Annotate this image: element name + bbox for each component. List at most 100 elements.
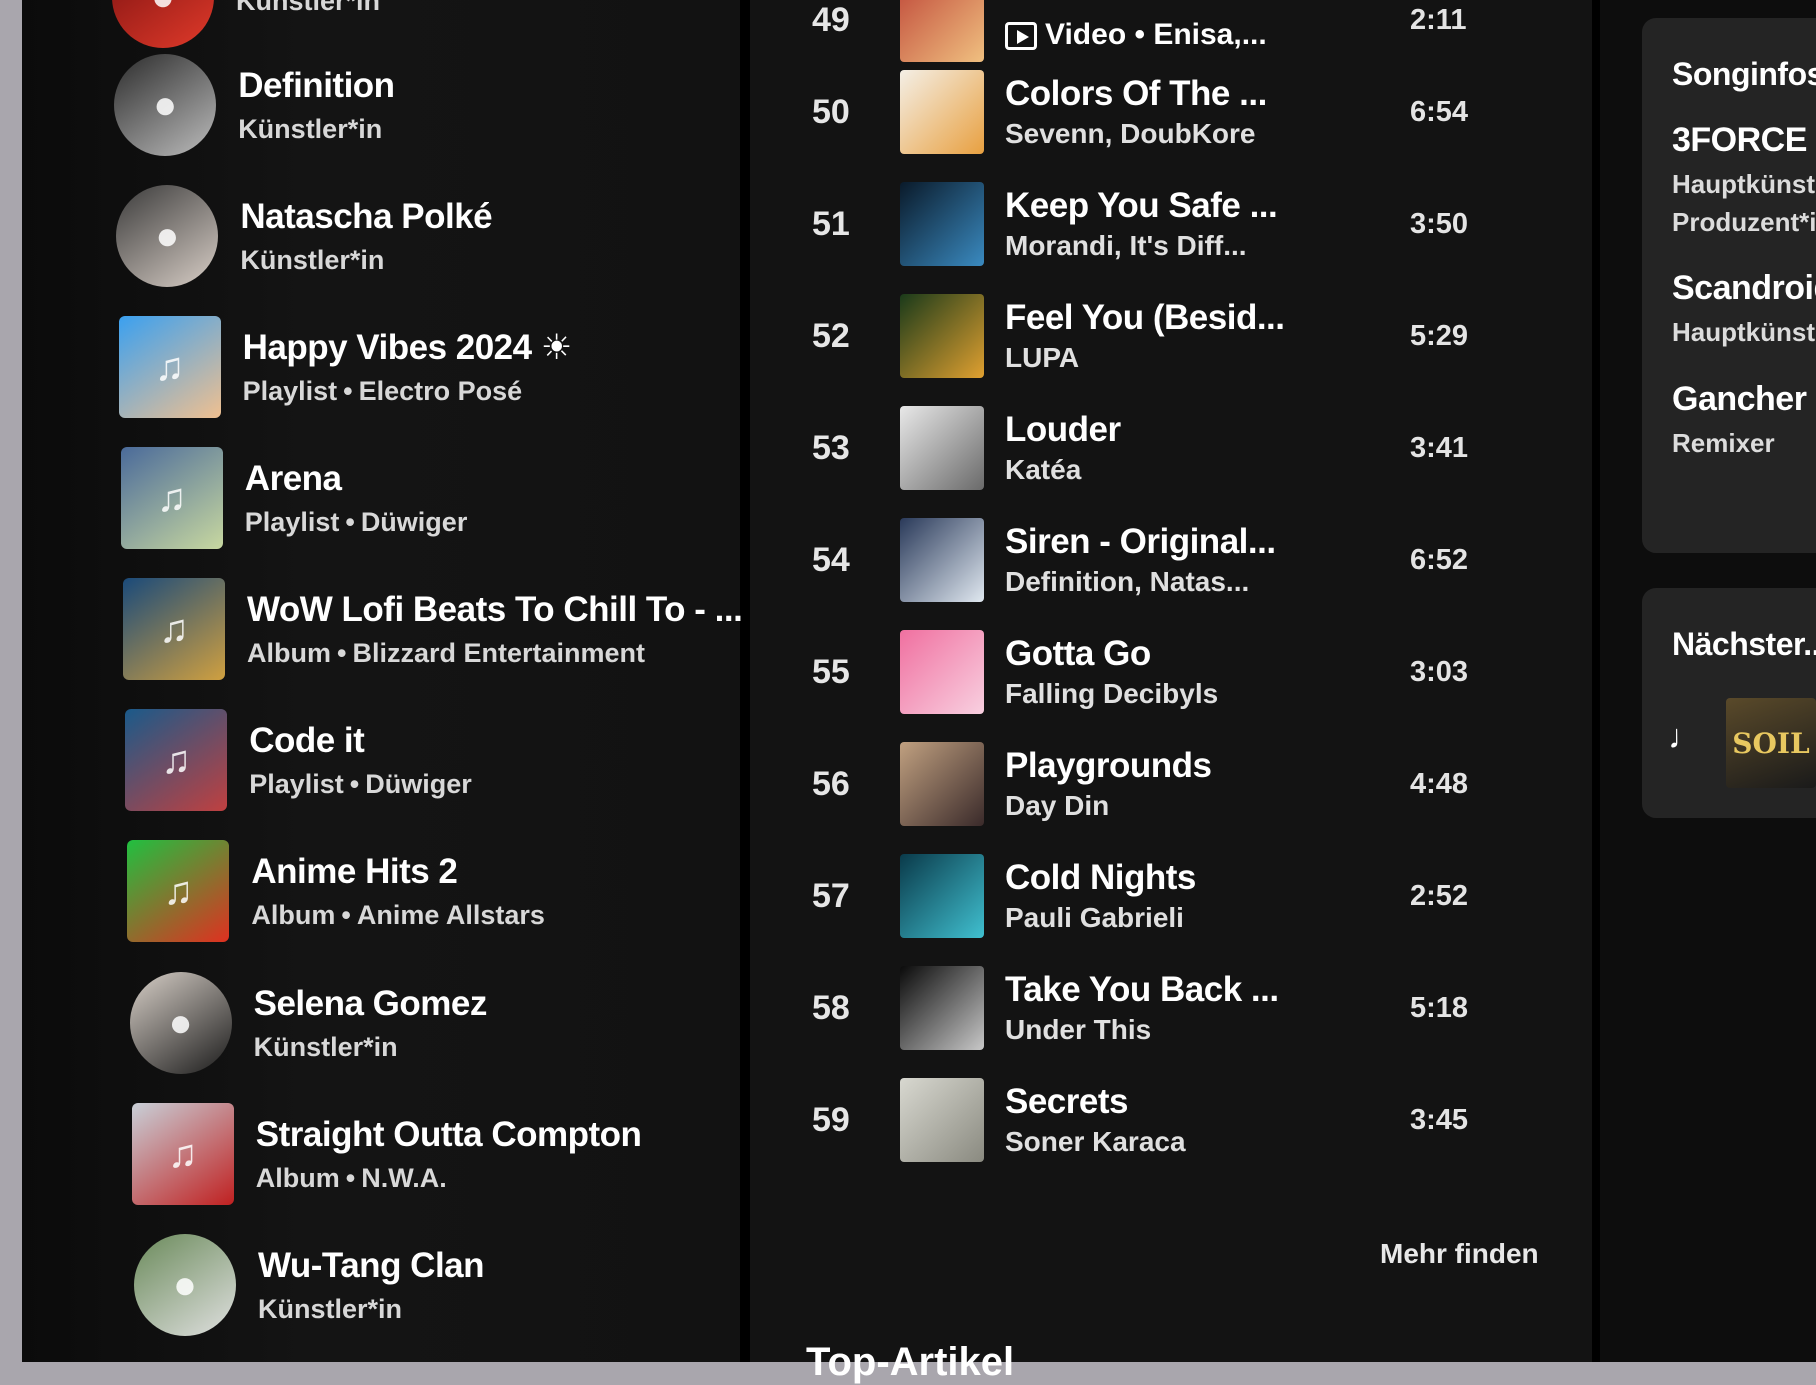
- library-item-subtitle: Playlist • Düwiger: [249, 768, 472, 799]
- track-artist[interactable]: Falling Decibyls: [1005, 678, 1218, 710]
- track-row[interactable]: 52 Feel You (Besid... LUPA 5:29: [750, 286, 1592, 386]
- track-artist[interactable]: Under This: [1005, 1014, 1279, 1046]
- track-row-partial[interactable]: 49 Video • Enisa,... 2:11: [750, 0, 1592, 70]
- track-duration: 3:45: [1410, 1103, 1469, 1136]
- track-number: 52: [812, 316, 850, 355]
- library-item[interactable]: ● Selena Gomez Künstler*in: [129, 968, 488, 1078]
- next-in-queue-card[interactable]: Nächster... ♩ SOIL: [1642, 588, 1816, 818]
- library-item[interactable]: ♫ Arena Playlist • Düwiger: [120, 443, 467, 553]
- person-icon: ●: [155, 213, 180, 258]
- person-icon: ●: [172, 1262, 198, 1307]
- library-item[interactable]: ♫ Code it Playlist • Düwiger: [125, 705, 472, 815]
- person-icon: ●: [168, 1000, 193, 1045]
- library-item-title: Wu-Tang Clan: [258, 1245, 485, 1285]
- library-item[interactable]: ♫ Anime Hits 2 Album • Anime Allstars: [127, 836, 545, 946]
- credit-artist-name[interactable]: 3FORCE: [1672, 121, 1816, 160]
- library-item-title: Selena Gomez: [253, 983, 488, 1023]
- credit-artist-name[interactable]: Gancher & R: [1672, 380, 1816, 419]
- library-item[interactable]: ♫ Happy Vibes 2024 ☀ Playlist • Electro Posé: [118, 312, 572, 422]
- track-row[interactable]: 59 Secrets Soner Karaca 3:45: [750, 1070, 1592, 1170]
- track-duration: 2:11: [1410, 3, 1467, 36]
- track-number: 59: [812, 1100, 850, 1139]
- track-artist[interactable]: LUPA: [1005, 342, 1285, 374]
- track-cover: [900, 742, 984, 826]
- library-sidebar: ● Künstler*in ● Definition Künstler*in ● Natas…: [22, 0, 743, 1362]
- track-artist[interactable]: Morandi, It's Diff...: [1005, 230, 1277, 262]
- track-title[interactable]: Louder: [1005, 410, 1121, 450]
- next-track-cover: SOIL: [1726, 698, 1816, 788]
- library-item-cover: ●: [112, 0, 214, 48]
- track-number: 49: [812, 0, 850, 39]
- next-in-queue-title: Nächster...: [1672, 626, 1816, 662]
- library-item-cover: ●: [116, 185, 219, 287]
- track-artist[interactable]: Day Din: [1005, 790, 1211, 822]
- library-item[interactable]: ● Natascha Polké Künstler*in: [116, 181, 493, 291]
- track-duration: 3:41: [1410, 431, 1469, 464]
- track-duration: 2:52: [1410, 879, 1469, 912]
- track-artist[interactable]: Definition, Natas...: [1005, 566, 1276, 598]
- track-number: 50: [812, 92, 850, 131]
- track-title[interactable]: Cold Nights: [1005, 858, 1196, 898]
- track-row[interactable]: 54 Siren - Original... Definition, Natas..…: [750, 510, 1592, 610]
- find-more-link[interactable]: Mehr finden: [1380, 1238, 1539, 1270]
- track-title[interactable]: Gotta Go: [1005, 634, 1218, 674]
- library-item-subtitle: Künstler*in: [238, 113, 383, 144]
- credit-role: Hauptkünstle: [1672, 169, 1816, 199]
- track-duration: 6:52: [1410, 543, 1469, 576]
- track-artist[interactable]: Sevenn, DoubKore: [1005, 118, 1267, 150]
- track-duration: 3:03: [1410, 655, 1469, 688]
- track-cover: [900, 0, 984, 62]
- credit-role: Produzent*in: [1672, 206, 1816, 237]
- library-item-cover: ●: [114, 54, 217, 156]
- library-item-subtitle: Playlist • Electro Posé: [242, 375, 523, 406]
- library-item[interactable]: ● Künstler*in: [112, 0, 380, 52]
- track-number: 57: [812, 876, 850, 915]
- track-row[interactable]: 56 Playgrounds Day Din 4:48: [750, 734, 1592, 834]
- credit-role: Hauptkünstle: [1672, 317, 1816, 348]
- track-cover: [900, 294, 984, 378]
- track-row[interactable]: 51 Keep You Safe ... Morandi, It's Diff...…: [750, 174, 1592, 274]
- track-title[interactable]: Keep You Safe ...: [1005, 186, 1278, 226]
- track-row[interactable]: 55 Gotta Go Falling Decibyls 3:03: [750, 622, 1592, 722]
- track-duration: 6:54: [1410, 95, 1469, 128]
- track-row[interactable]: 58 Take You Back ... Under This 5:18: [750, 958, 1592, 1058]
- library-item-title: WoW Lofi Beats To Chill To - ...: [247, 589, 743, 629]
- library-item[interactable]: ● Wu-Tang Clan Künstler*in: [134, 1230, 485, 1340]
- track-title[interactable]: Colors Of The ...: [1005, 74, 1267, 114]
- track-title[interactable]: Siren - Original...: [1005, 522, 1276, 562]
- track-duration: 3:50: [1410, 207, 1469, 240]
- person-icon: ●: [153, 82, 178, 127]
- track-title[interactable]: Take You Back ...: [1005, 970, 1279, 1010]
- album-icon: ♫: [167, 1131, 198, 1176]
- track-duration: 5:18: [1410, 991, 1469, 1024]
- track-artist[interactable]: Pauli Gabrieli: [1005, 902, 1196, 934]
- section-heading: Top-Artikel: [806, 1340, 1015, 1384]
- track-row[interactable]: 50 Colors Of The ... Sevenn, DoubKore 6:54: [750, 62, 1592, 162]
- track-number: 53: [812, 428, 850, 467]
- track-cover: [900, 854, 984, 938]
- library-item[interactable]: ♫ WoW Lofi Beats To Chill To - ... Album • B…: [123, 574, 743, 684]
- library-item-title: Anime Hits 2: [251, 851, 458, 891]
- library-item-subtitle: Album • Anime Allstars: [251, 899, 545, 930]
- library-item-cover: ♫: [125, 709, 228, 811]
- track-title[interactable]: Playgrounds: [1005, 746, 1212, 786]
- track-row[interactable]: 53 Louder Katéa 3:41: [750, 398, 1592, 498]
- track-cover: [900, 1078, 984, 1162]
- track-title[interactable]: Feel You (Besid...: [1005, 298, 1285, 338]
- track-artist[interactable]: Katéa: [1005, 454, 1121, 486]
- video-icon: [1005, 22, 1037, 51]
- track-cover: [900, 630, 984, 714]
- playlist-tracklist: 49 Video • Enisa,... 2:11 50 Colors Of Th…: [750, 0, 1592, 1384]
- album-icon: ♫: [163, 868, 194, 913]
- track-row[interactable]: 57 Cold Nights Pauli Gabrieli 2:52: [750, 846, 1592, 946]
- library-item-cover: ♫: [131, 1103, 234, 1205]
- library-item-title: Definition: [238, 65, 395, 105]
- track-number: 56: [812, 764, 850, 803]
- library-item[interactable]: ♫ Straight Outta Compton Album • N.W.A.: [131, 1099, 642, 1209]
- library-item[interactable]: ● Definition Künstler*in: [114, 50, 395, 160]
- credits-title: Songinfos: [1672, 56, 1816, 92]
- credit-artist-name[interactable]: Scandroid: [1672, 269, 1816, 308]
- track-artist[interactable]: Soner Karaca: [1005, 1126, 1186, 1158]
- track-title[interactable]: Secrets: [1005, 1082, 1186, 1122]
- library-item-subtitle: Künstler*in: [240, 244, 385, 275]
